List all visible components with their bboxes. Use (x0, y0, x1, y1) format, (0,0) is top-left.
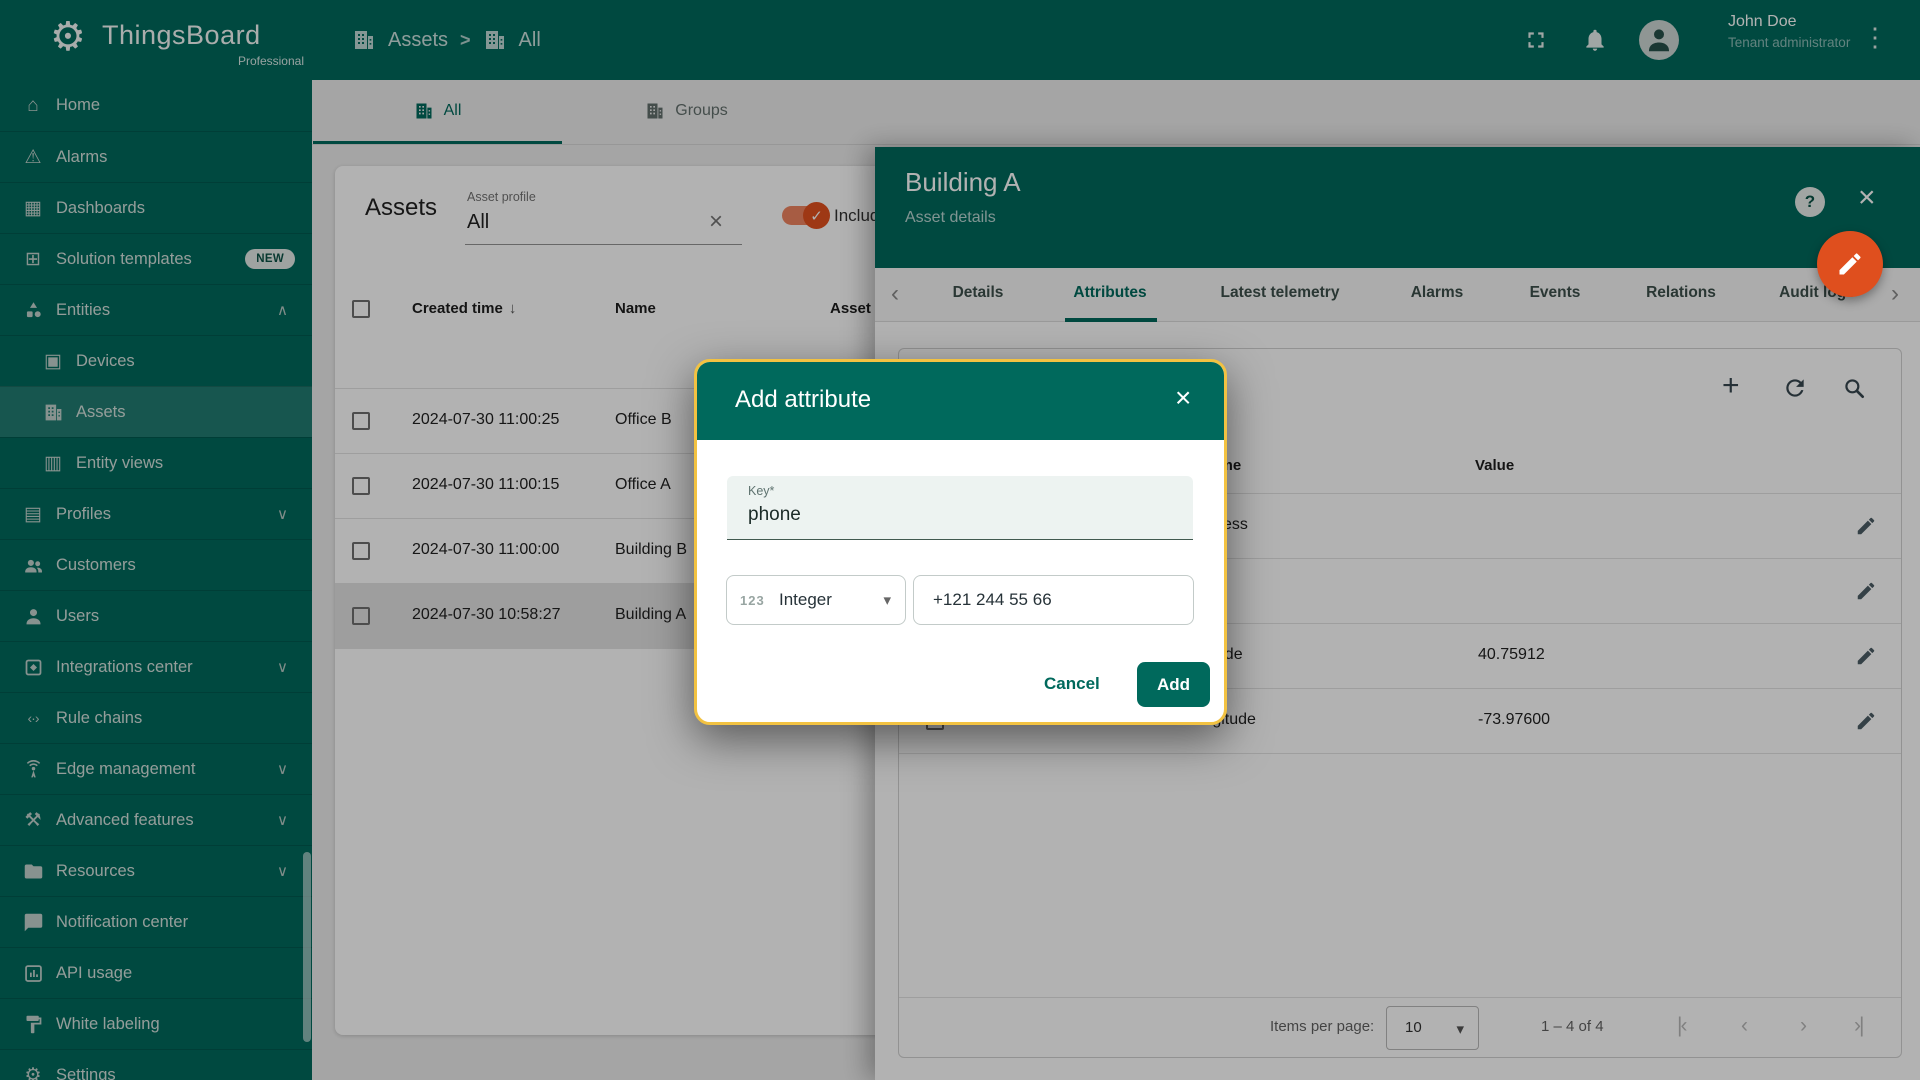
value-type-select[interactable]: 123 Integer ▾ (726, 575, 906, 625)
value-input[interactable]: +121 244 55 66 (913, 575, 1194, 625)
chevron-down-icon: ▾ (883, 591, 891, 609)
value-type-selected: Integer (779, 590, 832, 610)
dialog-header: Add attribute × (697, 362, 1224, 440)
pencil-icon (1836, 250, 1864, 278)
key-field-value: phone (748, 504, 801, 526)
dialog-buttons: Cancel Add (697, 657, 1224, 717)
key-field[interactable]: Key* phone (727, 476, 1193, 540)
add-attribute-dialog: Add attribute × Key* phone 123 Integer ▾… (694, 359, 1227, 725)
integer-type-icon: 123 (740, 593, 765, 608)
add-button[interactable]: Add (1137, 662, 1210, 707)
key-field-label: Key* (748, 484, 774, 498)
cancel-button[interactable]: Cancel (1044, 674, 1100, 694)
close-icon[interactable]: × (1175, 384, 1191, 412)
value-input-text: +121 244 55 66 (933, 590, 1052, 610)
edit-fab-button[interactable] (1817, 231, 1883, 297)
dialog-title: Add attribute (735, 386, 871, 414)
